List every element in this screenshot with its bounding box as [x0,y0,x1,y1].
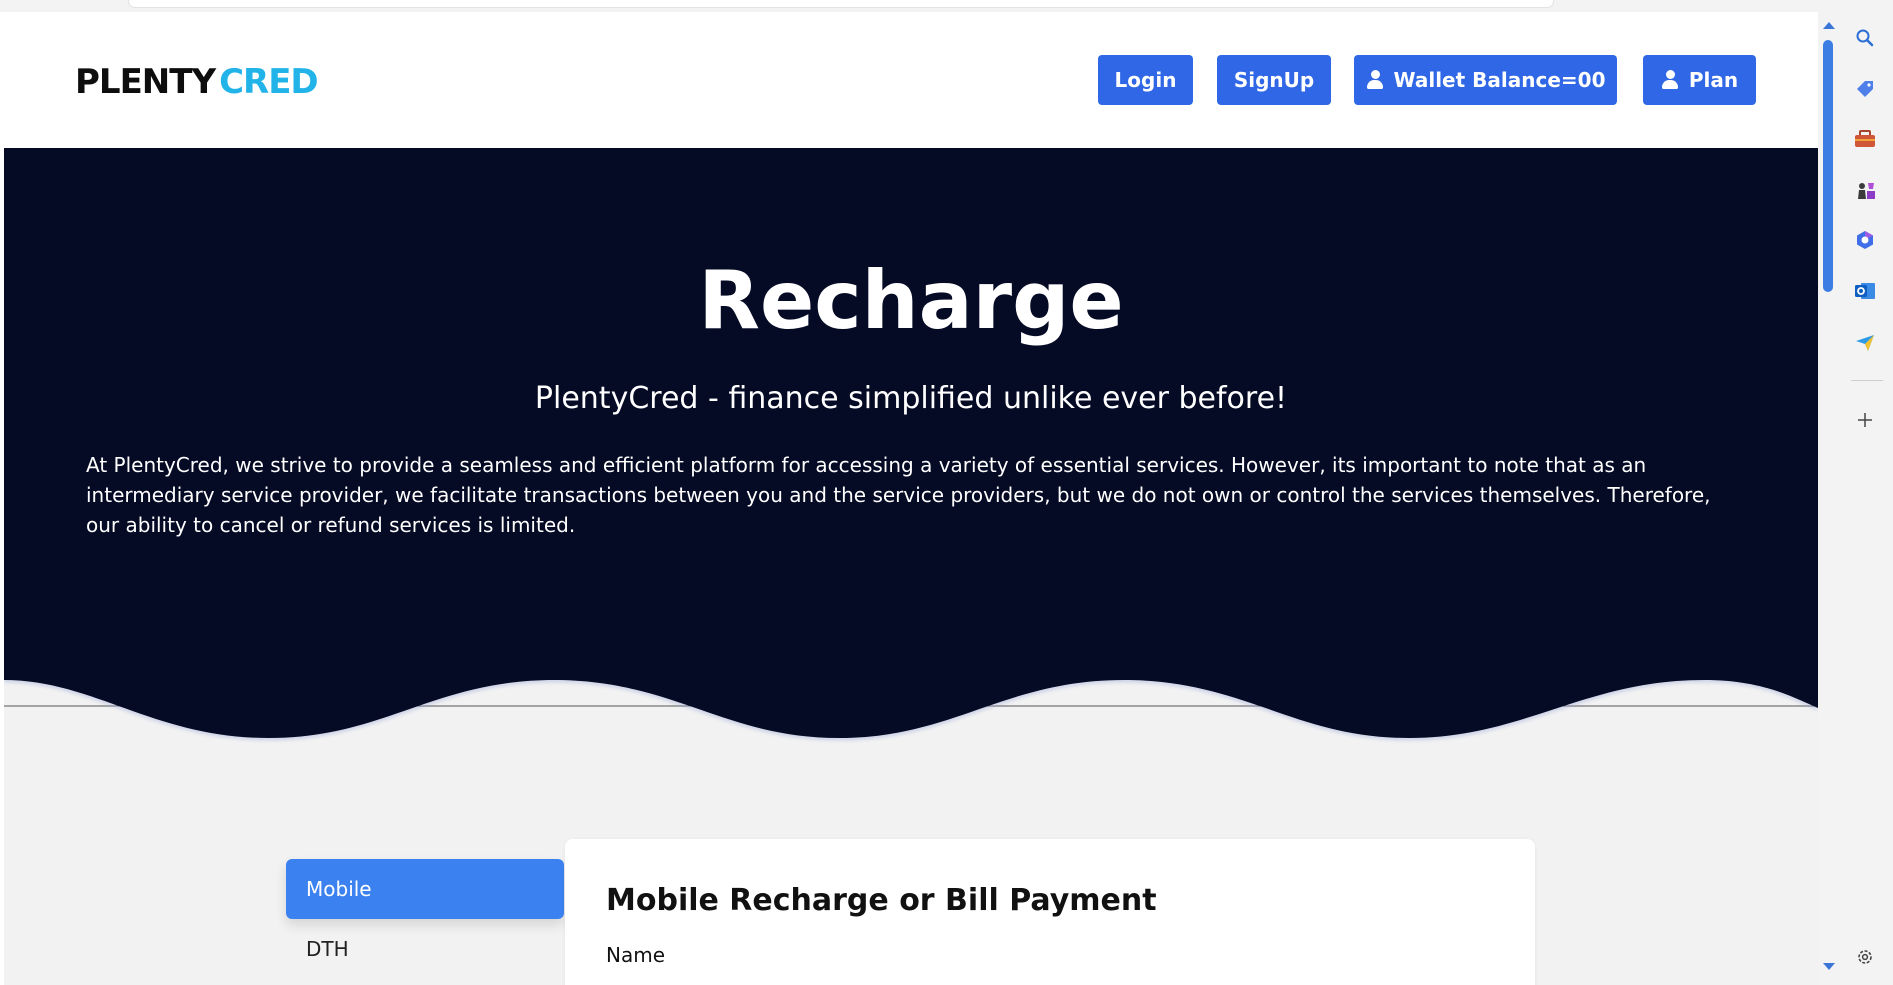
logo-text-plenty: PLENTY [75,62,216,102]
wallet-balance-label: Wallet Balance=00 [1393,68,1606,92]
plan-button-label: Plan [1688,68,1739,92]
edge-sidebar [1839,0,1893,985]
plentycred-logo[interactable]: PLENTY CRED [75,62,319,102]
plan-button[interactable]: Plan [1643,55,1756,105]
scrollbar-thumb[interactable] [1823,40,1833,292]
scroll-up-arrow-icon[interactable] [1823,22,1835,29]
site-header: PLENTY CRED Login SignUp Wallet Balance=0… [4,12,1818,148]
tab-dth-label: DTH [306,937,349,961]
login-button-label: Login [1114,68,1177,92]
user-icon [1661,70,1679,90]
search-icon[interactable] [1853,26,1877,50]
wallet-balance-button[interactable]: Wallet Balance=00 [1354,55,1617,105]
recharge-form-card: Mobile Recharge or Bill Payment Name [565,839,1535,985]
copilot-icon[interactable] [1853,228,1877,252]
user-icon [1366,70,1384,90]
name-field-label: Name [606,943,666,967]
send-icon[interactable] [1853,330,1877,354]
settings-icon[interactable] [1853,945,1877,969]
hero-wave-background [4,148,1818,740]
hero-title: Recharge [698,254,1124,347]
signup-button-label: SignUp [1233,68,1315,92]
scroll-down-arrow-icon[interactable] [1823,963,1835,970]
tab-dth[interactable]: DTH [286,919,564,979]
page-viewport: PLENTY CRED Login SignUp Wallet Balance=0… [4,12,1818,985]
hero-section: Recharge PlentyCred - finance simplified… [4,148,1818,748]
signup-button[interactable]: SignUp [1217,55,1331,105]
form-title: Mobile Recharge or Bill Payment [606,883,1157,918]
page-scrollbar[interactable] [1818,12,1839,985]
briefcase-icon[interactable] [1853,127,1877,151]
tab-mobile-label: Mobile [306,877,372,901]
logo-text-cred: CRED [219,62,319,102]
chess-icon[interactable] [1853,178,1877,202]
tab-mobile[interactable]: Mobile [286,859,564,919]
outlook-icon[interactable] [1853,279,1877,303]
hero-subtitle: PlentyCred - finance simplified unlike e… [534,381,1288,416]
hero-description: At PlentyCred, we strive to provide a se… [86,453,1711,537]
browser-address-area[interactable] [128,0,1554,8]
edge-sidebar-divider [1851,380,1883,381]
tag-icon[interactable] [1853,77,1877,101]
add-icon[interactable] [1853,408,1877,432]
login-button[interactable]: Login [1098,55,1193,105]
browser-top-strip [0,0,1839,12]
